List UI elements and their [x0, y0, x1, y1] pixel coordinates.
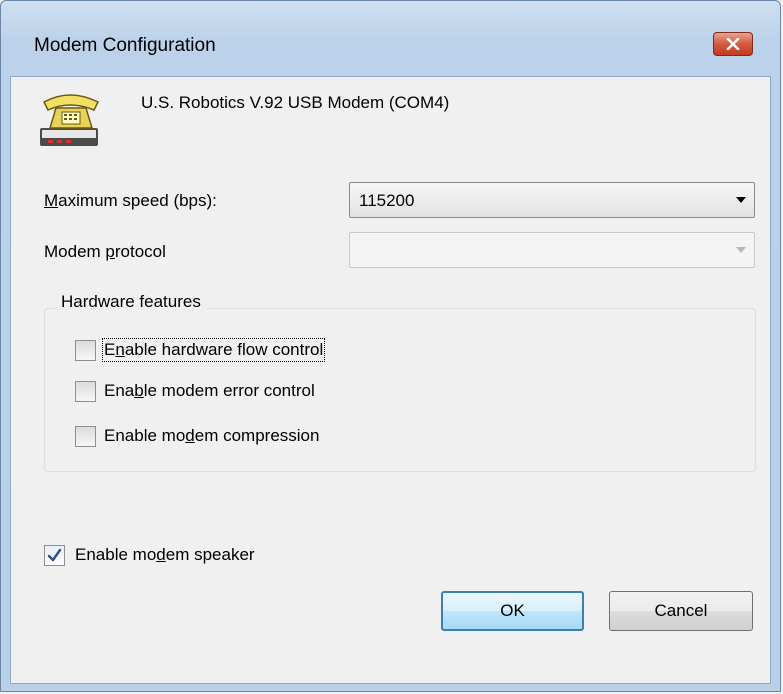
device-name: U.S. Robotics V.92 USB Modem (COM4): [141, 93, 450, 112]
hfc-label-key: n: [115, 340, 125, 359]
cancel-button[interactable]: Cancel: [609, 591, 753, 631]
modem-protocol-label-accesskey: p: [105, 242, 115, 261]
hardware-flow-control-checkbox[interactable]: [75, 340, 96, 361]
modem-protocol-label-text: Modem: [44, 242, 106, 261]
mc-label-key: d: [185, 426, 195, 445]
hardware-flow-control-label[interactable]: Enable hardware flow control: [101, 338, 326, 362]
mc-label-b: em compression: [194, 426, 320, 445]
chevron-down-icon: [736, 197, 746, 203]
modem-protocol-label: Modem protocol: [44, 242, 166, 262]
max-speed-label: Maximum speed (bps):: [44, 191, 217, 211]
hfc-label-b: able hardware flow control: [124, 340, 324, 359]
mec-label-key: b: [134, 381, 144, 400]
max-speed-label-accesskey: M: [44, 191, 59, 210]
spk-label-key: d: [156, 545, 166, 564]
ok-button[interactable]: OK: [441, 591, 584, 631]
spk-label-b: em speaker: [165, 545, 255, 564]
max-speed-select[interactable]: 115200: [349, 182, 755, 218]
modem-compression-label[interactable]: Enable modem compression: [104, 426, 319, 446]
mc-label-a: Enable mo: [104, 426, 186, 445]
telephone-modem-icon: [40, 94, 100, 146]
max-speed-value: 115200: [359, 191, 415, 210]
window-title: Modem Configuration: [34, 35, 216, 56]
modem-compression-checkbox[interactable]: [75, 426, 96, 447]
checkmark-icon: [47, 548, 62, 562]
close-icon: [726, 38, 740, 50]
modem-speaker-label[interactable]: Enable modem speaker: [75, 545, 255, 565]
spk-label-a: Enable mo: [75, 545, 157, 564]
max-speed-label-rest: aximum speed (bps):: [58, 191, 217, 210]
modem-error-control-label[interactable]: Enable modem error control: [104, 381, 315, 401]
modem-protocol-select: [349, 232, 755, 268]
mec-label-b: le modem error control: [143, 381, 315, 400]
hardware-features-title: Hardware features: [55, 292, 207, 312]
modem-speaker-checkbox[interactable]: [44, 545, 65, 566]
modem-error-control-checkbox[interactable]: [75, 381, 96, 402]
close-button[interactable]: [713, 32, 753, 56]
title-bar[interactable]: Modem Configuration: [1, 1, 780, 75]
chevron-down-icon: [736, 247, 746, 253]
hfc-label-a: E: [104, 340, 116, 359]
mec-label-a: Ena: [104, 381, 135, 400]
modem-protocol-label-rest: rotocol: [114, 242, 166, 261]
